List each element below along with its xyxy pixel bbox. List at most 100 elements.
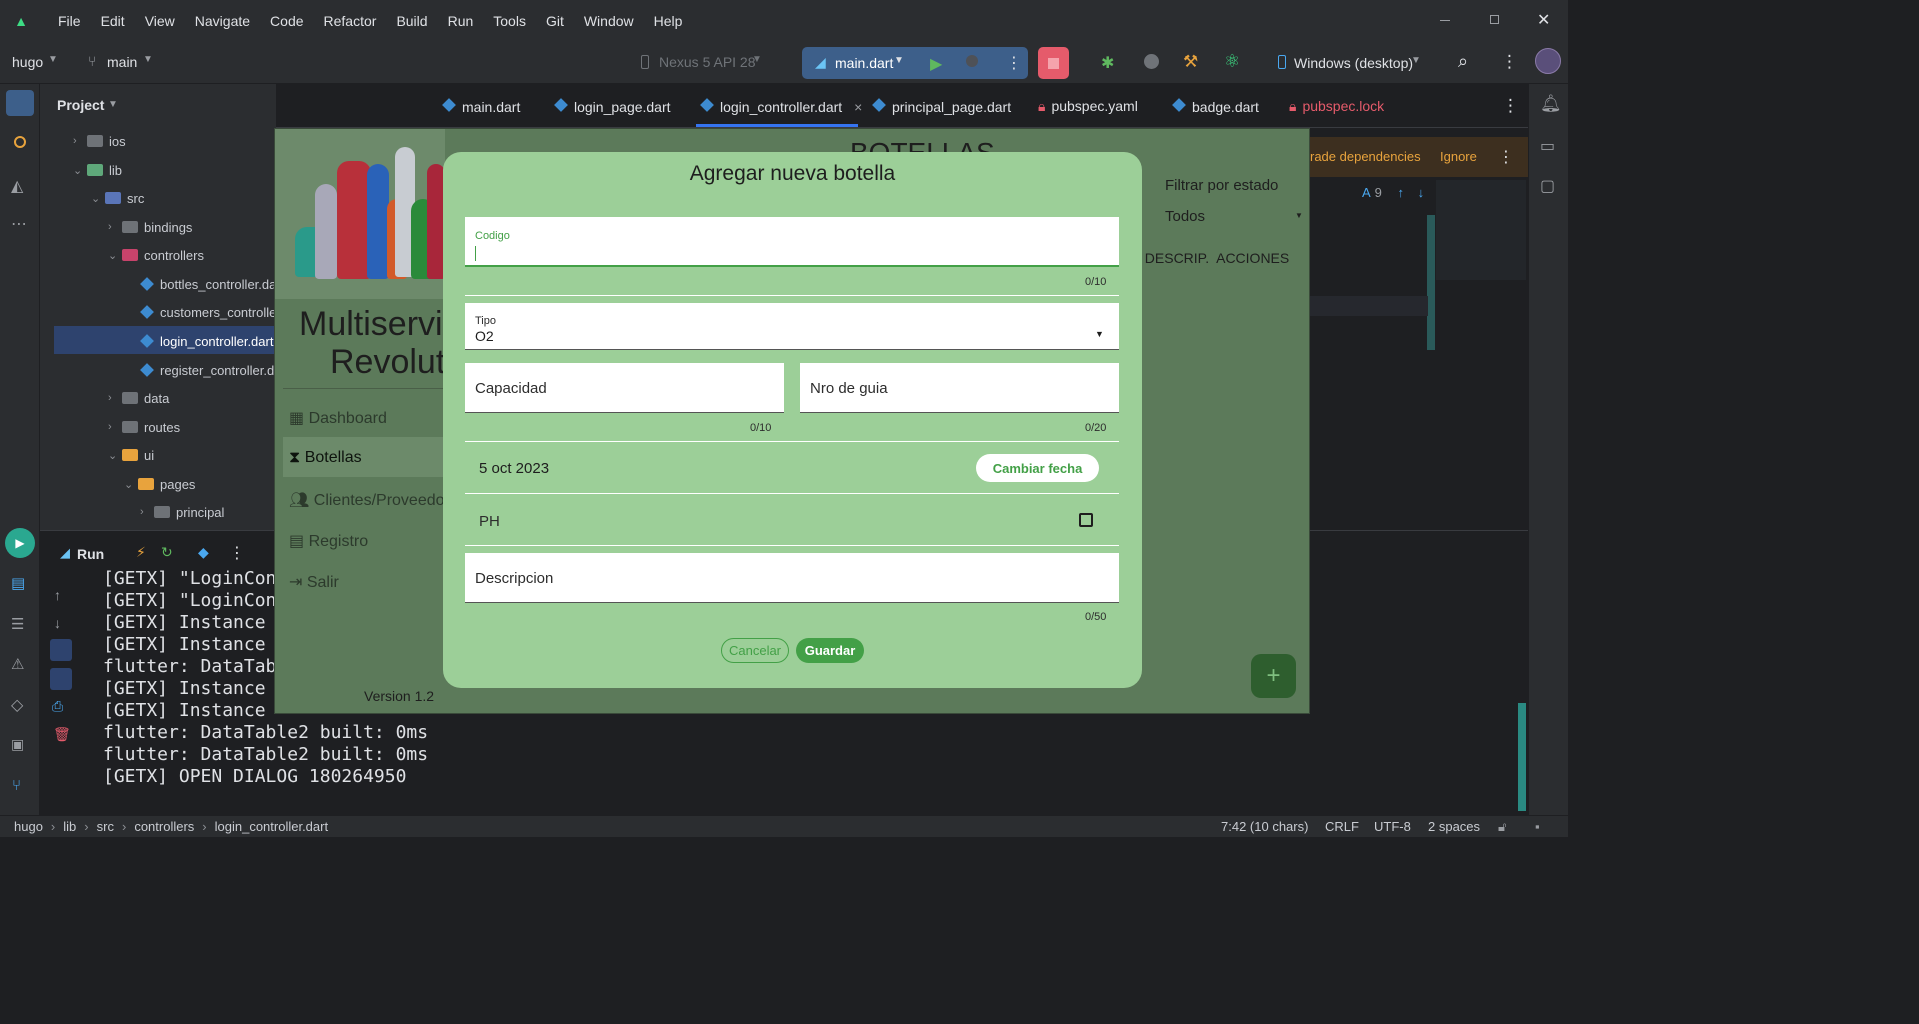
- tab-main-dart[interactable]: main.dart: [442, 98, 520, 115]
- breadcrumb-item[interactable]: lib: [63, 819, 76, 834]
- project-selector[interactable]: hugo: [12, 54, 43, 70]
- device-manager-icon[interactable]: ▭: [1540, 136, 1555, 156]
- tab-login-page[interactable]: login_page.dart: [554, 98, 671, 115]
- status-filter-select[interactable]: Todos: [1165, 208, 1205, 225]
- tab-principal-page[interactable]: principal_page.dart: [872, 98, 1011, 115]
- panel-title[interactable]: Project: [57, 97, 104, 113]
- menu-run[interactable]: Run: [448, 13, 474, 29]
- menu-build[interactable]: Build: [396, 13, 427, 29]
- nav-salir[interactable]: ⇥ Salir: [289, 572, 339, 592]
- restore-icon[interactable]: [1490, 15, 1499, 24]
- search-icon[interactable]: ⌕: [1458, 51, 1468, 72]
- tree-item-pages[interactable]: ⌄ pages: [124, 470, 195, 498]
- menu-code[interactable]: Code: [270, 13, 303, 29]
- indent-setting[interactable]: 2 spaces: [1428, 819, 1480, 834]
- hot-restart-icon[interactable]: ↻: [161, 544, 173, 561]
- close-tab-icon[interactable]: ×: [854, 99, 862, 115]
- tree-item-controllers[interactable]: ⌄ controllers: [108, 241, 204, 269]
- git-icon[interactable]: ⑂: [12, 777, 21, 794]
- menu-view[interactable]: View: [145, 13, 175, 29]
- tab-badge[interactable]: badge.dart: [1172, 98, 1259, 115]
- tree-item-lib[interactable]: ⌄ lib: [73, 156, 122, 184]
- scroll-end-icon[interactable]: [50, 668, 72, 690]
- capacidad-field[interactable]: Capacidad: [465, 363, 784, 413]
- codigo-field[interactable]: Codigo: [465, 217, 1119, 267]
- gem-icon[interactable]: ◇: [11, 695, 23, 715]
- descripcion-field[interactable]: Descripcion: [465, 553, 1119, 603]
- tree-item-bottles-controller[interactable]: bottles_controller.dart: [140, 270, 276, 298]
- devtools-icon[interactable]: ◆: [198, 544, 209, 561]
- soft-wrap-icon[interactable]: [50, 639, 72, 661]
- more-icon[interactable]: ⋮: [1498, 147, 1514, 167]
- run-tool-icon[interactable]: ▶: [5, 528, 35, 558]
- breadcrumb-item[interactable]: controllers: [134, 819, 194, 834]
- tree-item-customers-controller[interactable]: customers_controller.dart: [140, 298, 276, 326]
- run-tab[interactable]: Run: [77, 546, 104, 562]
- cursor-position[interactable]: 7:42 (10 chars): [1221, 819, 1308, 834]
- spellcheck-icon[interactable]: A: [1362, 185, 1371, 200]
- logcat-icon[interactable]: ⚠: [11, 655, 24, 673]
- cancel-button[interactable]: Cancelar: [721, 638, 789, 663]
- hammer-icon[interactable]: ⚒: [1183, 52, 1198, 72]
- bug-icon[interactable]: ✱: [1101, 53, 1114, 73]
- menu-help[interactable]: Help: [654, 13, 683, 29]
- more-icon[interactable]: ⋮: [229, 543, 245, 563]
- ignore-link[interactable]: Ignore: [1440, 149, 1477, 164]
- record-icon[interactable]: [1144, 54, 1159, 69]
- run-config-selector[interactable]: main.dart: [835, 55, 893, 71]
- branch-selector[interactable]: main: [107, 54, 137, 70]
- notification-icon[interactable]: ▪: [1535, 819, 1540, 834]
- save-button[interactable]: Guardar: [796, 638, 864, 663]
- breadcrumb-item[interactable]: login_controller.dart: [215, 819, 328, 834]
- messages-icon[interactable]: ▤: [11, 574, 25, 592]
- console-scrollbar[interactable]: [1518, 703, 1526, 811]
- tipo-select[interactable]: Tipo O2 ▼: [465, 303, 1119, 350]
- tree-item-bindings[interactable]: › bindings: [108, 213, 192, 241]
- breadcrumb-item[interactable]: hugo: [14, 819, 43, 834]
- tab-pubspec-yaml[interactable]: 🔒︎ pubspec.yaml: [1038, 98, 1138, 115]
- avatar[interactable]: [1535, 48, 1561, 74]
- print-icon[interactable]: ⎙: [52, 698, 63, 715]
- ph-checkbox[interactable]: [1079, 513, 1093, 527]
- device-selector[interactable]: Nexus 5 API 28: [659, 54, 756, 70]
- more-tools-icon[interactable]: ⋯: [11, 214, 27, 234]
- shapes-icon[interactable]: ◭: [11, 176, 23, 196]
- more-icon[interactable]: ⋮: [1502, 96, 1519, 116]
- menu-git[interactable]: Git: [546, 13, 564, 29]
- commit-icon[interactable]: [14, 136, 26, 148]
- nav-clientes[interactable]: 👥︎ Clientes/Proveedo: [289, 490, 445, 510]
- menu-edit[interactable]: Edit: [101, 13, 125, 29]
- tree-item-ios[interactable]: › ios: [73, 127, 126, 155]
- run-icon[interactable]: ▶: [930, 54, 942, 74]
- tab-login-controller[interactable]: login_controller.dart ×: [700, 98, 862, 115]
- hot-reload-icon[interactable]: ⚡: [136, 544, 146, 561]
- nav-botellas[interactable]: ⧗ Botellas: [289, 449, 362, 467]
- target-selector[interactable]: Windows (desktop): [1294, 55, 1413, 71]
- line-separator[interactable]: CRLF: [1325, 819, 1359, 834]
- terminal-icon[interactable]: ▣: [11, 736, 24, 753]
- tree-item-principal[interactable]: › principal: [140, 498, 224, 526]
- tree-item-src[interactable]: ⌄ src: [91, 184, 144, 212]
- unlock-icon[interactable]: 🔓︎: [1498, 819, 1506, 835]
- arrow-down-icon[interactable]: ↓: [1418, 185, 1425, 200]
- close-window-icon[interactable]: ✕: [1537, 10, 1550, 30]
- menu-window[interactable]: Window: [584, 13, 634, 29]
- project-tool-icon[interactable]: [6, 90, 34, 116]
- menu-file[interactable]: File: [58, 13, 81, 29]
- breadcrumb-item[interactable]: src: [97, 819, 114, 834]
- notifications-icon[interactable]: 🔔︎: [1540, 94, 1562, 114]
- tree-item-routes[interactable]: › routes: [108, 413, 180, 441]
- menu-tools[interactable]: Tools: [493, 13, 526, 29]
- arrow-up-icon[interactable]: ↑: [1398, 185, 1405, 200]
- arrow-down-icon[interactable]: ↓: [54, 615, 61, 631]
- tree-item-login-controller[interactable]: login_controller.dart: [140, 327, 273, 355]
- atom-icon[interactable]: ⚛: [1224, 51, 1240, 72]
- menu-refactor[interactable]: Refactor: [324, 13, 377, 29]
- editor-scrollbar[interactable]: [1427, 215, 1435, 350]
- arrow-up-icon[interactable]: ↑: [54, 587, 61, 603]
- trash-icon[interactable]: 🗑︎: [53, 726, 71, 743]
- debug-icon[interactable]: [966, 55, 978, 67]
- file-encoding[interactable]: UTF-8: [1374, 819, 1411, 834]
- upgrade-dependencies-link[interactable]: rade dependencies: [1310, 149, 1421, 164]
- tab-pubspec-lock[interactable]: 🔒︎ pubspec.lock: [1289, 98, 1384, 115]
